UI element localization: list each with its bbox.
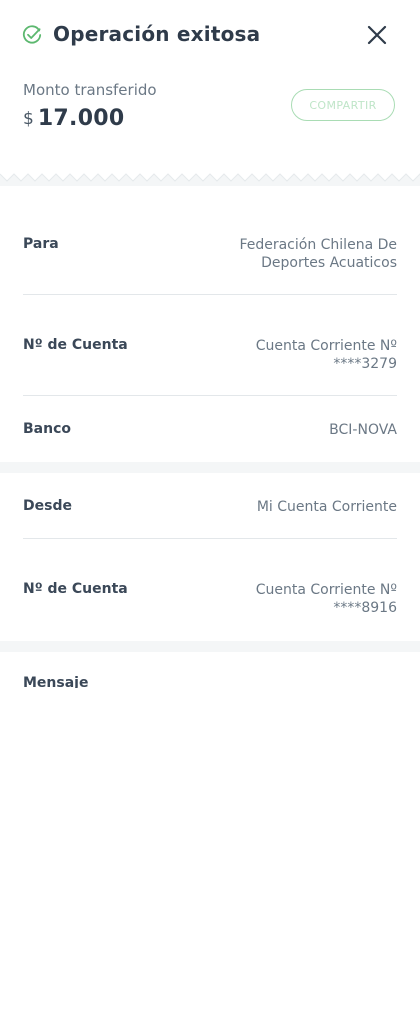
share-button[interactable]: COMPARTIR [291,89,395,121]
row-label: Nº de Cuenta [23,337,128,353]
row-value: Cuenta Corriente Nº ****3279 [255,338,397,372]
row-label: Banco [23,421,72,437]
header: Operación exitosa [0,0,420,72]
amount-value: $17.000 [23,106,125,131]
row-value: Mi Cuenta Corriente [256,499,397,515]
origin-section: Desde Mi Cuenta Corriente Nº de Cuenta C… [0,473,420,641]
divider [23,538,397,539]
row-label: Para [23,236,59,252]
row-value: BCI-NOVA [329,422,397,438]
row-value: Federación Chilena De Deportes Acuaticos [239,237,397,271]
receipt-zigzag-edge [0,168,420,182]
page-title: Operación exitosa [53,22,261,46]
recipient-section: Para Federación Chilena De Deportes Acuat… [0,190,420,462]
row-label: Nº de Cuenta [23,581,128,597]
close-icon[interactable] [364,22,390,48]
row-label: Desde [23,498,72,514]
amount-number: 17.000 [37,106,125,131]
divider [23,395,397,396]
check-circle-icon [22,25,42,44]
section-separator [0,462,420,473]
message-label: Mensaje [23,675,89,688]
currency-symbol: $ [23,109,34,129]
section-separator [0,641,420,652]
amount-label: Monto transferido [23,81,157,99]
divider [23,294,397,295]
row-value: Cuenta Corriente Nº ****8916 [255,582,397,616]
